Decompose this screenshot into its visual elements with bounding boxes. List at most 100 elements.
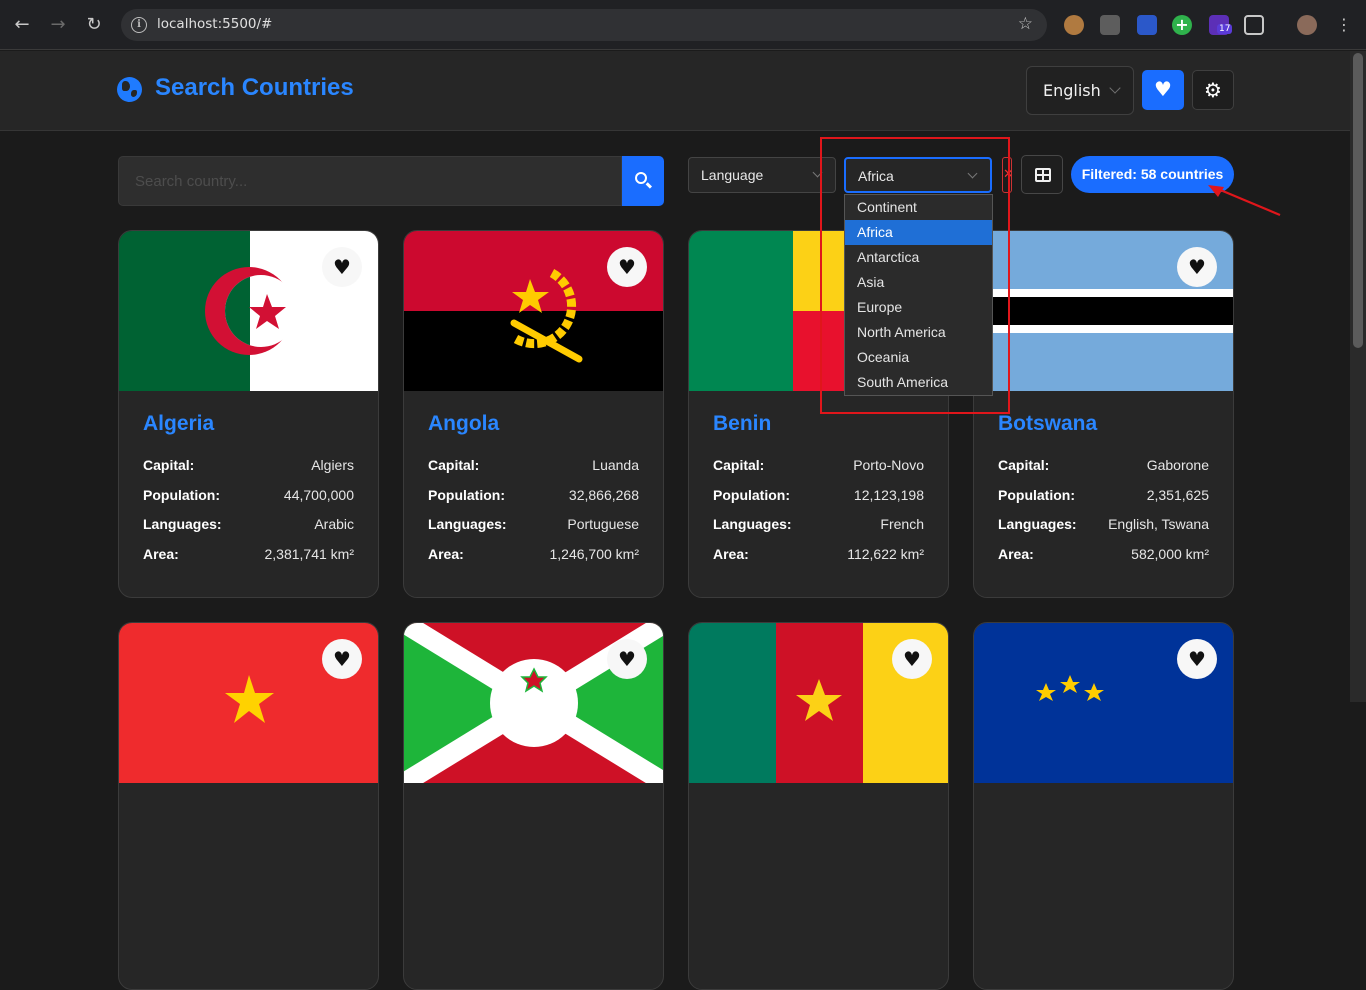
capital-value: Gaborone — [1146, 457, 1209, 473]
languages-label: Languages: — [713, 516, 792, 532]
languages-value: English, Tswana — [1108, 516, 1209, 532]
capital-row: Capital: Luanda — [428, 457, 639, 477]
favorite-heart-button[interactable]: ♥ — [322, 639, 362, 679]
extension-icon-3[interactable] — [1137, 15, 1157, 35]
country-name[interactable]: Angola — [428, 412, 499, 436]
country-name[interactable]: Botswana — [998, 412, 1097, 436]
population-label: Population: — [713, 487, 790, 503]
population-value: 2,351,625 — [1146, 487, 1209, 503]
capital-label: Capital: — [998, 457, 1050, 473]
continent-filter-select[interactable]: Africa — [844, 157, 992, 193]
area-row: Area: 2,381,741 km² — [143, 546, 354, 566]
search-icon — [635, 172, 647, 184]
theme-settings-button[interactable]: ⚙ — [1192, 70, 1234, 110]
population-label: Population: — [998, 487, 1075, 503]
continent-dropdown-list: Continent Africa Antarctica Asia Europe North… — [844, 194, 993, 396]
area-value: 582,000 km² — [1131, 546, 1209, 562]
area-label: Area: — [998, 546, 1034, 562]
site-info-icon[interactable]: i — [131, 17, 147, 33]
dropdown-option[interactable]: Continent — [845, 195, 992, 220]
extension-icon-1[interactable] — [1064, 15, 1084, 35]
language-filter-select[interactable]: Language — [688, 157, 836, 193]
population-value: 32,866,268 — [568, 487, 639, 503]
area-row: Area: 1,246,700 km² — [428, 546, 639, 566]
favorites-button[interactable]: ♥ — [1142, 70, 1184, 110]
browser-menu-icon[interactable]: ⋮ — [1332, 13, 1356, 37]
favorite-heart-button[interactable]: ♥ — [1177, 639, 1217, 679]
dropdown-option[interactable]: Asia — [845, 270, 992, 295]
country-card[interactable]: ♥ — [973, 622, 1234, 990]
languages-value: Arabic — [314, 516, 354, 532]
page-title: Search Countries — [155, 74, 354, 101]
favorite-heart-button[interactable]: ♥ — [1177, 247, 1217, 287]
dropdown-option[interactable]: North America — [845, 320, 992, 345]
favorite-heart-button[interactable]: ♥ — [322, 247, 362, 287]
extension-icon-2[interactable] — [1100, 15, 1120, 35]
capital-label: Capital: — [428, 457, 480, 473]
country-name[interactable]: Benin — [713, 412, 771, 436]
scrollbar-thumb[interactable] — [1353, 53, 1363, 348]
search-input[interactable] — [118, 156, 622, 206]
area-row: Area: 582,000 km² — [998, 546, 1209, 566]
profile-avatar[interactable] — [1297, 15, 1317, 35]
address-bar[interactable]: i localhost:5500/# ☆ — [121, 9, 1047, 41]
dropdown-option[interactable]: South America — [845, 370, 992, 395]
country-card[interactable]: ♥ Botswana Capital: Gaborone Population: 2… — [973, 230, 1234, 598]
reload-icon[interactable]: ↻ — [82, 13, 106, 37]
globe-icon — [117, 77, 142, 102]
browser-toolbar: ← → ↻ i localhost:5500/# ☆ + 17 ⋮ — [0, 0, 1366, 50]
country-card[interactable]: ♥ — [403, 622, 664, 990]
country-card[interactable]: ♥ Algeria Capital: Algiers Population: 44,… — [118, 230, 379, 598]
population-row: Population: 32,866,268 — [428, 487, 639, 507]
favorite-heart-button[interactable]: ♥ — [892, 639, 932, 679]
ui-language-select[interactable]: English — [1026, 66, 1134, 115]
ui-language-value: English — [1043, 81, 1101, 100]
plus-extension-icon[interactable]: + — [1172, 15, 1192, 35]
capital-row: Capital: Porto-Novo — [713, 457, 924, 477]
area-label: Area: — [713, 546, 749, 562]
languages-row: Languages: English, Tswana — [998, 516, 1209, 536]
dropdown-option[interactable]: Africa — [845, 220, 992, 245]
capital-value: Luanda — [592, 457, 639, 473]
capital-value: Porto-Novo — [853, 457, 924, 473]
capital-label: Capital: — [713, 457, 765, 473]
languages-label: Languages: — [998, 516, 1077, 532]
extension-icon-5[interactable]: 17 — [1209, 15, 1233, 35]
search-button[interactable] — [622, 156, 664, 206]
population-value: 44,700,000 — [283, 487, 354, 503]
dropdown-option[interactable]: Europe — [845, 295, 992, 320]
extensions-puzzle-icon[interactable] — [1244, 15, 1264, 35]
population-row: Population: 12,123,198 — [713, 487, 924, 507]
dropdown-option[interactable]: Oceania — [845, 345, 992, 370]
country-card[interactable]: ♥ — [688, 622, 949, 990]
population-label: Population: — [428, 487, 505, 503]
clear-filters-button[interactable]: ✕ — [1002, 157, 1012, 193]
area-value: 2,381,741 km² — [264, 546, 355, 562]
language-filter-value: Language — [701, 167, 764, 183]
country-name[interactable]: Algeria — [143, 412, 214, 436]
favorite-heart-button[interactable]: ♥ — [607, 247, 647, 287]
url-text[interactable]: localhost:5500/# — [157, 16, 272, 32]
capital-label: Capital: — [143, 457, 195, 473]
languages-row: Languages: Portuguese — [428, 516, 639, 536]
forward-icon[interactable]: → — [46, 13, 70, 37]
country-card[interactable]: ♥ — [118, 622, 379, 990]
languages-label: Languages: — [143, 516, 222, 532]
population-row: Population: 2,351,625 — [998, 487, 1209, 507]
area-label: Area: — [143, 546, 179, 562]
area-value: 1,246,700 km² — [549, 546, 640, 562]
extension-badge: 17 — [1217, 24, 1233, 34]
country-card[interactable]: ♥ Angola Capital: Luanda Population: 32,86… — [403, 230, 664, 598]
back-icon[interactable]: ← — [10, 13, 34, 37]
bookmark-star-icon[interactable]: ☆ — [1018, 14, 1033, 34]
languages-value: French — [880, 516, 924, 532]
capital-row: Capital: Algiers — [143, 457, 354, 477]
grid-view-button[interactable] — [1021, 155, 1063, 194]
grid-icon — [1035, 168, 1051, 182]
capital-row: Capital: Gaborone — [998, 457, 1209, 477]
population-row: Population: 44,700,000 — [143, 487, 354, 507]
languages-row: Languages: French — [713, 516, 924, 536]
population-label: Population: — [143, 487, 220, 503]
dropdown-option[interactable]: Antarctica — [845, 245, 992, 270]
favorite-heart-button[interactable]: ♥ — [607, 639, 647, 679]
